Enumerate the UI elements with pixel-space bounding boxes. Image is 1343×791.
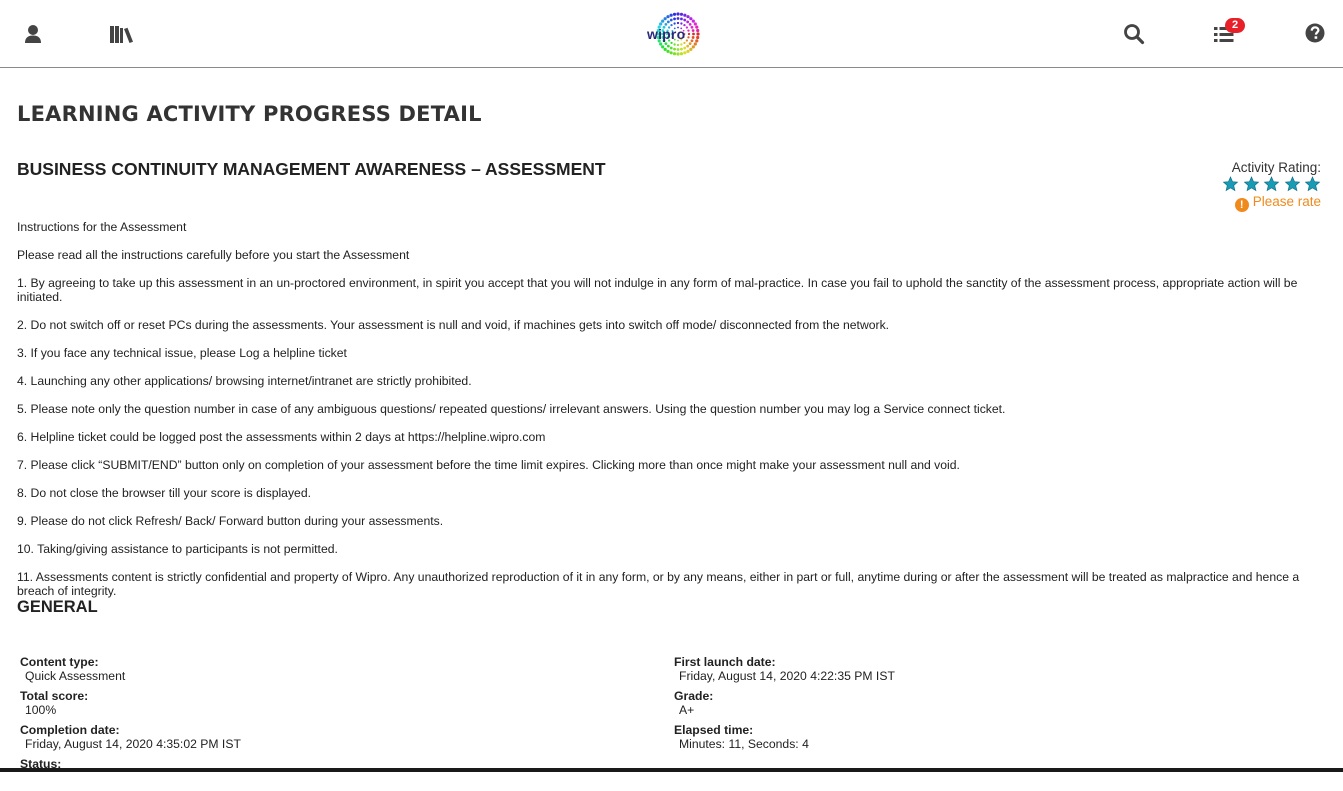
field-value: Quick Assessment xyxy=(25,669,126,683)
activity-rating: Activity Rating: ! Please rate xyxy=(1222,160,1321,212)
field-label: Completion date: xyxy=(20,723,120,737)
field-label: Elapsed time: xyxy=(674,723,754,737)
content-type-field: Content type: Quick Assessment xyxy=(20,655,241,689)
instruction-item: 6. Helpline ticket could be logged post … xyxy=(17,430,546,444)
field-value: Friday, August 14, 2020 4:35:02 PM IST xyxy=(25,737,241,751)
instructions-heading: Instructions for the Assessment xyxy=(17,220,187,234)
elapsed-time-field: Elapsed time: Minutes: 11, Seconds: 4 xyxy=(674,723,895,757)
instruction-item: 10. Taking/giving assistance to particip… xyxy=(17,542,338,556)
star-icon[interactable] xyxy=(1263,176,1280,192)
search-icon[interactable] xyxy=(1122,22,1146,46)
status-field: Status: xyxy=(20,757,241,791)
rating-label: Activity Rating: xyxy=(1231,160,1321,175)
instruction-item: 4. Launching any other applications/ bro… xyxy=(17,374,472,388)
help-icon[interactable] xyxy=(1304,22,1328,46)
general-heading: GENERAL xyxy=(17,598,98,616)
user-icon[interactable] xyxy=(22,22,46,46)
star-icon[interactable] xyxy=(1284,176,1301,192)
field-value: A+ xyxy=(679,703,695,717)
notification-badge: 2 xyxy=(1225,18,1245,33)
star-icon[interactable] xyxy=(1243,176,1260,192)
instruction-item: 2. Do not switch off or reset PCs during… xyxy=(17,318,890,332)
please-rate-link[interactable]: ! Please rate xyxy=(1223,194,1321,212)
window-bottom-edge xyxy=(0,768,1343,772)
field-value: Minutes: 11, Seconds: 4 xyxy=(679,737,809,751)
star-icon[interactable] xyxy=(1222,176,1239,192)
library-icon[interactable] xyxy=(109,22,137,46)
warning-icon: ! xyxy=(1234,198,1249,212)
total-score-field: Total score: 100% xyxy=(20,689,241,723)
instruction-item: 9. Please do not click Refresh/ Back/ Fo… xyxy=(17,514,444,528)
field-label: Grade: xyxy=(674,689,714,703)
first-launch-date-field: First launch date: Friday, August 14, 20… xyxy=(674,655,895,689)
wipro-logo[interactable]: wipro xyxy=(644,10,704,58)
field-label: First launch date: xyxy=(674,655,776,669)
instruction-item: 7. Please click “SUBMIT/END” button only… xyxy=(17,458,960,472)
page-title: LEARNING ACTIVITY PROGRESS DETAIL xyxy=(17,102,482,126)
top-navigation-bar: wipro 2 xyxy=(0,0,1343,68)
field-value: 100% xyxy=(25,703,57,717)
instructions-section: Instructions for the Assessment Please r… xyxy=(17,220,1329,612)
field-value: Friday, August 14, 2020 4:22:35 PM IST xyxy=(679,669,895,683)
general-details-right: First launch date: Friday, August 14, 20… xyxy=(674,655,895,757)
instruction-item: 8. Do not close the browser till your sc… xyxy=(17,486,311,500)
instruction-item: 5. Please note only the question number … xyxy=(17,402,1006,416)
field-label: Total score: xyxy=(20,689,89,703)
activity-title: BUSINESS CONTINUITY MANAGEMENT AWARENESS… xyxy=(17,159,606,179)
logo-text: wipro xyxy=(647,26,686,42)
instruction-item: 3. If you face any technical issue, plea… xyxy=(17,346,347,360)
field-label: Content type: xyxy=(20,655,99,669)
grade-field: Grade: A+ xyxy=(674,689,895,723)
rating-stars[interactable] xyxy=(1222,176,1321,194)
instruction-item: 1. By agreeing to take up this assessmen… xyxy=(17,276,1298,304)
please-rate-text: Please rate xyxy=(1252,194,1321,209)
completion-date-field: Completion date: Friday, August 14, 2020… xyxy=(20,723,241,757)
star-icon[interactable] xyxy=(1304,176,1321,192)
instruction-item: 11. Assessments content is strictly conf… xyxy=(17,570,1300,598)
instructions-intro: Please read all the instructions careful… xyxy=(17,248,410,262)
